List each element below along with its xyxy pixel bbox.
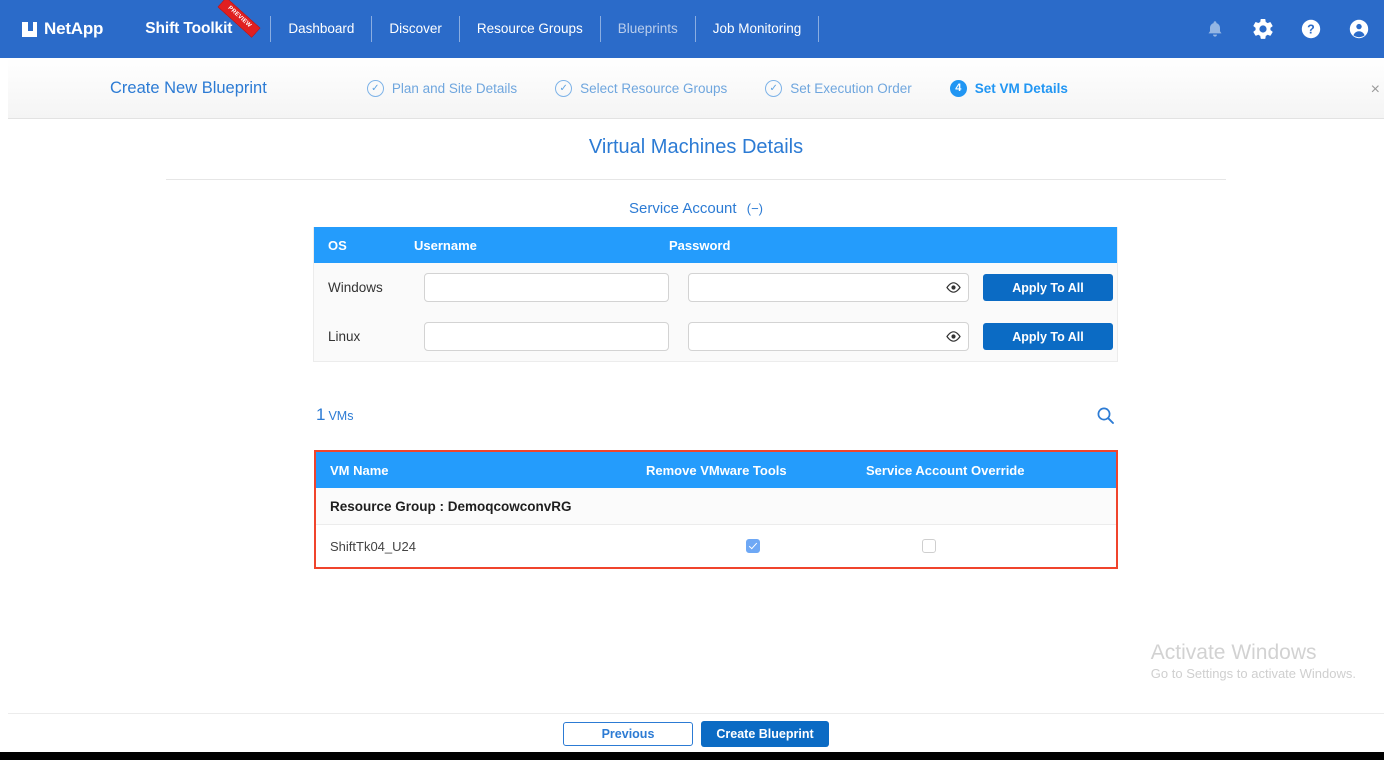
nav-item-resource-groups[interactable]: Resource Groups (460, 0, 600, 58)
step-check-icon: ✓ (765, 79, 783, 97)
main-content: Virtual Machines Details Service Account… (8, 119, 1384, 713)
vm-details-table: VM Name Remove VMware Tools Service Acco… (314, 450, 1118, 569)
watermark-subtitle: Go to Settings to activate Windows. (1150, 666, 1356, 681)
wizard-step-plan-and-site-details[interactable]: ✓ Plan and Site Details (366, 79, 518, 97)
netapp-logo[interactable]: NetApp (22, 19, 103, 39)
wizard-step-select-resource-groups[interactable]: ✓ Select Resource Groups (555, 79, 728, 97)
step-check-icon: ✓ (555, 79, 573, 97)
wizard-step-label: Select Resource Groups (580, 80, 728, 96)
wizard-steps: ✓ Plan and Site Details ✓ Select Resourc… (366, 79, 1068, 97)
vm-count-unit: VMs (328, 409, 354, 423)
wizard-step-set-execution-order[interactable]: ✓ Set Execution Order (765, 79, 912, 97)
main-nav: Dashboard Discover Resource Groups Bluep… (270, 0, 820, 58)
windows-username-input[interactable] (424, 273, 669, 302)
vm-table-header: VM Name Remove VMware Tools Service Acco… (316, 452, 1116, 488)
bell-icon[interactable] (1204, 18, 1226, 40)
service-account-override-cell (866, 539, 1116, 553)
windows-password-input[interactable] (688, 273, 969, 302)
product-name-text: Shift Toolkit (145, 20, 233, 37)
table-row[interactable]: ShiftTk04_U24 (316, 525, 1116, 567)
product-name-label: Shift Toolkit PREVIEW (145, 0, 261, 38)
vm-count-number: 1 (316, 405, 326, 424)
screenshot-root: NetApp Shift Toolkit PREVIEW Dashboard D… (0, 0, 1384, 760)
wizard-step-label: Set VM Details (974, 80, 1068, 96)
service-account-table-header: OS Username Password (314, 227, 1117, 263)
vm-count: 1 VMs (316, 405, 353, 425)
netapp-brand-label: NetApp (44, 19, 104, 38)
show-password-eye-icon[interactable] (945, 328, 962, 345)
search-icon[interactable] (1094, 404, 1116, 426)
linux-password-wrapper (688, 322, 969, 351)
gear-icon[interactable] (1252, 18, 1274, 40)
wizard-step-label: Set Execution Order (790, 80, 912, 96)
close-icon[interactable]: × (1371, 82, 1380, 98)
top-navigation-bar: NetApp Shift Toolkit PREVIEW Dashboard D… (0, 0, 1384, 58)
top-bar-icon-group: ? (1204, 0, 1370, 58)
service-account-os-label: Linux (328, 329, 361, 344)
nav-item-discover[interactable]: Discover (372, 0, 459, 58)
column-header-password: Password (669, 237, 731, 253)
vm-list-toolbar: 1 VMs (316, 404, 1116, 426)
svg-text:?: ? (1307, 23, 1315, 37)
linux-username-input[interactable] (424, 322, 669, 351)
wizard-title: Create New Blueprint (110, 78, 267, 97)
create-blueprint-button[interactable]: Create Blueprint (701, 720, 829, 747)
page-title: Virtual Machines Details (588, 136, 804, 158)
service-account-row-windows: Windows Apply To All (314, 263, 1117, 312)
step-check-icon: ✓ (366, 79, 384, 97)
column-header-remove-vmware-tools: Remove VMware Tools (646, 462, 787, 478)
service-account-section-header[interactable]: Service Account (−) (8, 200, 1384, 217)
wizard-step-label: Plan and Site Details (391, 80, 518, 96)
service-account-table: OS Username Password Windows Apply To Al… (313, 227, 1118, 362)
remove-vmware-tools-cell (646, 539, 866, 553)
wizard-step-bar: Create New Blueprint ✓ Plan and Site Det… (8, 58, 1384, 119)
title-divider (166, 179, 1226, 180)
linux-password-input[interactable] (688, 322, 969, 351)
linux-apply-to-all-button[interactable]: Apply To All (983, 323, 1113, 350)
nav-item-job-monitoring[interactable]: Job Monitoring (696, 0, 819, 58)
step-number-badge: 4 (949, 79, 967, 97)
show-password-eye-icon[interactable] (945, 279, 962, 296)
vm-name-cell: ShiftTk04_U24 (330, 538, 416, 554)
collapse-minus-icon[interactable]: (−) (747, 201, 763, 216)
resource-group-row: Resource Group : DemoqcowconvRG (316, 488, 1116, 525)
left-gutter (0, 58, 8, 752)
wizard-step-set-vm-details[interactable]: 4 Set VM Details (949, 79, 1068, 97)
column-header-username: Username (414, 237, 477, 253)
help-icon[interactable]: ? (1300, 18, 1322, 40)
bottom-border (0, 752, 1384, 760)
windows-apply-to-all-button[interactable]: Apply To All (983, 274, 1113, 301)
service-account-row-linux: Linux Apply To All (314, 312, 1117, 361)
application-window: NetApp Shift Toolkit PREVIEW Dashboard D… (0, 0, 1384, 752)
previous-button[interactable]: Previous (563, 721, 693, 746)
watermark-title: Activate Windows (1150, 641, 1317, 664)
service-account-os-label: Windows (328, 280, 383, 295)
nav-item-blueprints[interactable]: Blueprints (601, 0, 695, 58)
nav-divider (818, 16, 820, 42)
nav-item-dashboard[interactable]: Dashboard (271, 0, 371, 58)
service-account-section-label: Service Account (629, 200, 737, 217)
column-header-service-account-override: Service Account Override (866, 462, 1025, 478)
remove-vmware-tools-checkbox[interactable] (746, 539, 760, 553)
netapp-mark-icon (22, 21, 37, 37)
column-header-vm-name: VM Name (330, 462, 389, 478)
column-header-os: OS (328, 237, 347, 253)
wizard-footer: Previous Create Blueprint (8, 713, 1384, 752)
windows-password-wrapper (688, 273, 969, 302)
windows-activation-watermark: Activate Windows Go to Settings to activ… (1151, 640, 1356, 681)
service-account-override-checkbox[interactable] (922, 539, 936, 553)
account-icon[interactable] (1348, 18, 1370, 40)
